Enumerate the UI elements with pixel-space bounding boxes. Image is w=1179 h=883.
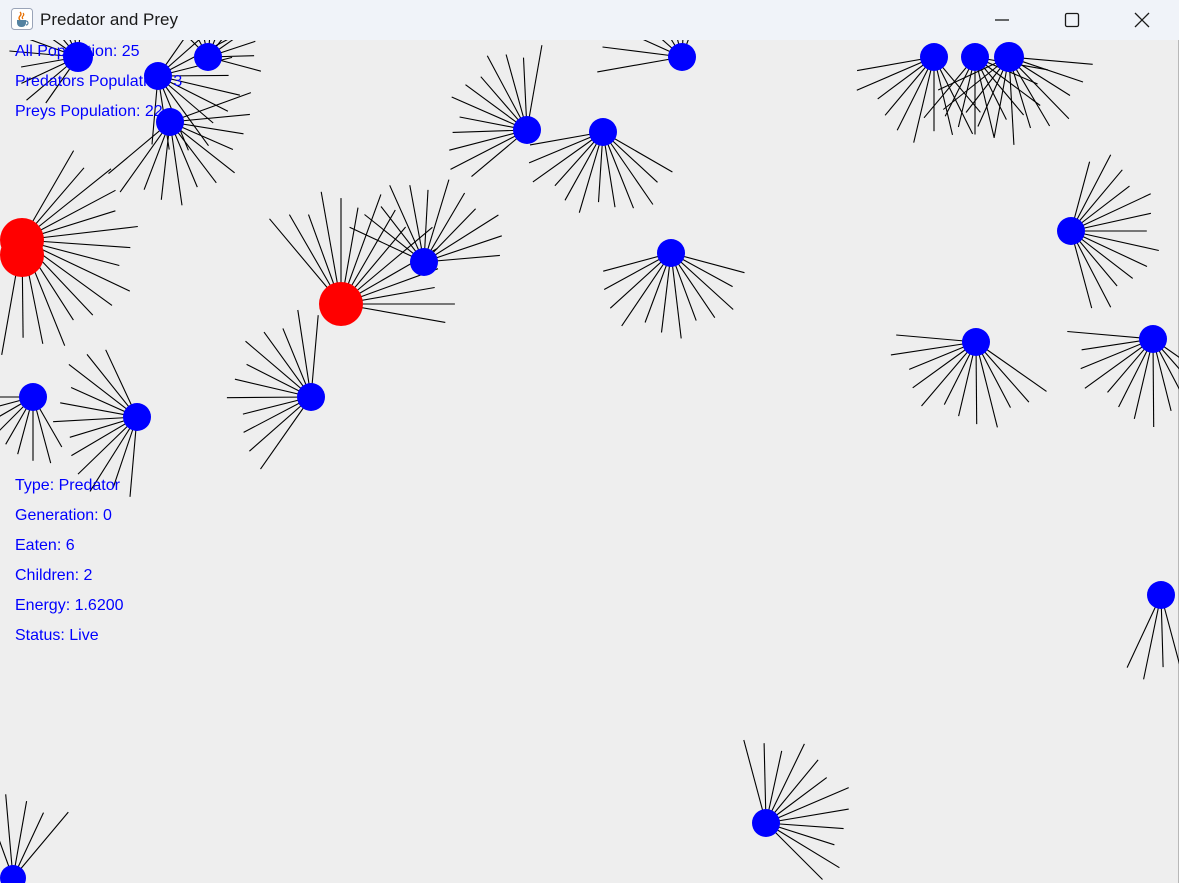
prey-agent[interactable] (752, 809, 780, 837)
prey-agent[interactable] (123, 403, 151, 431)
agent-type-label: Type: Predator (15, 477, 120, 494)
prey-agent[interactable] (657, 239, 685, 267)
prey-agent[interactable] (1147, 581, 1175, 609)
maximize-button[interactable] (1037, 0, 1107, 40)
selected-agent-info: Type: Predator Generation: 0 Eaten: 6 Ch… (15, 476, 124, 656)
close-icon (1134, 12, 1150, 28)
prey-agent[interactable] (668, 43, 696, 71)
simulation-canvas[interactable] (0, 40, 1179, 883)
agent-children-label: Children: 2 (15, 567, 93, 584)
population-stats: All Population: 25 Predators Population:… (15, 42, 182, 132)
prey-agent[interactable] (589, 118, 617, 146)
predators-population-label: Predators Population: 3 (15, 73, 183, 90)
preys-population-label: Preys Population: 22 (15, 103, 163, 120)
prey-agent[interactable] (297, 383, 325, 411)
close-button[interactable] (1107, 0, 1177, 40)
sensor-rays (0, 40, 1179, 880)
prey-agent[interactable] (920, 43, 948, 71)
prey-agent[interactable] (1057, 217, 1085, 245)
predator-agent[interactable] (0, 233, 44, 277)
prey-agent[interactable] (513, 116, 541, 144)
agent-status-label: Status: Live (15, 627, 99, 644)
agent-eaten-label: Eaten: 6 (15, 537, 75, 554)
title-bar[interactable]: Predator and Prey (0, 0, 1179, 40)
agent-generation-label: Generation: 0 (15, 507, 112, 524)
java-cup-icon (11, 8, 33, 30)
prey-agent[interactable] (961, 43, 989, 71)
prey-agent[interactable] (1139, 325, 1167, 353)
predator-agent[interactable] (319, 282, 363, 326)
minimize-button[interactable] (967, 0, 1037, 40)
window-title: Predator and Prey (40, 10, 178, 29)
prey-agent[interactable] (994, 42, 1024, 72)
prey-agent[interactable] (410, 248, 438, 276)
minimize-icon (995, 19, 1009, 21)
agent-energy-label: Energy: 1.6200 (15, 597, 124, 614)
prey-agent[interactable] (194, 43, 222, 71)
prey-agent[interactable] (19, 383, 47, 411)
all-population-label: All Population: 25 (15, 43, 140, 60)
prey-agent[interactable] (962, 328, 990, 356)
app-window: Predator and Prey All Population: 25 Pre… (0, 0, 1179, 883)
maximize-icon (1064, 12, 1080, 28)
